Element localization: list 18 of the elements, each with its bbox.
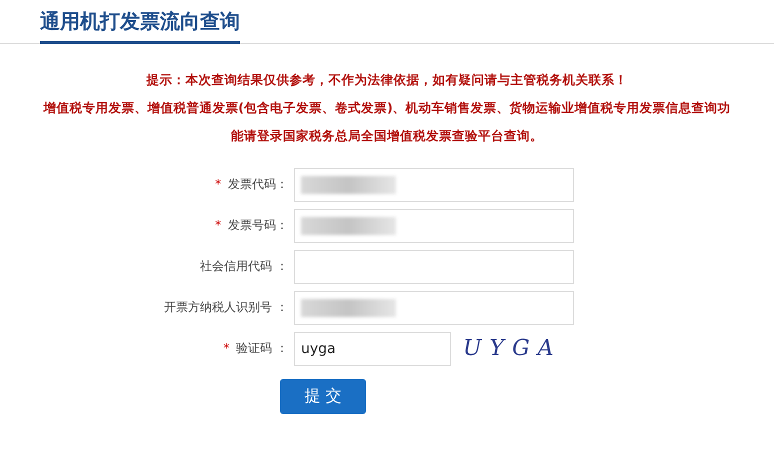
notice-text: 提示：本次查询结果仅供参考，不作为法律依据，如有疑问请与主管税务机关联系！	[145, 71, 628, 89]
captcha-field[interactable]: uyga	[294, 332, 451, 366]
required-mark: *	[215, 177, 222, 191]
required-mark: *	[215, 218, 222, 232]
input-field[interactable]	[294, 208, 574, 242]
submit-button[interactable]: 提 交	[280, 379, 366, 414]
input-field[interactable]	[294, 250, 574, 284]
captcha-image[interactable]: UYGA	[463, 336, 562, 361]
field-label: 发票号码：	[228, 218, 288, 232]
input-field[interactable]	[294, 168, 574, 202]
field-label: 社会信用代码 ：	[200, 259, 288, 273]
required-mark: *	[223, 341, 230, 355]
input-field[interactable]	[294, 290, 574, 324]
page-title: 通用机打发票流向查询	[40, 8, 240, 44]
field-label: 发票代码：	[228, 177, 288, 191]
field-label: 验证码 ：	[236, 341, 288, 355]
field-label: 开票方纳税人识别号 ：	[164, 300, 288, 314]
notice-text: 增值税专用发票、增值税普通发票(包含电子发票、卷式发票)、机动车销售发票、货物运输业增值税专用发票信息查询功能请登录国家税务总局全国增值税发票查验平台查询。	[42, 99, 732, 145]
